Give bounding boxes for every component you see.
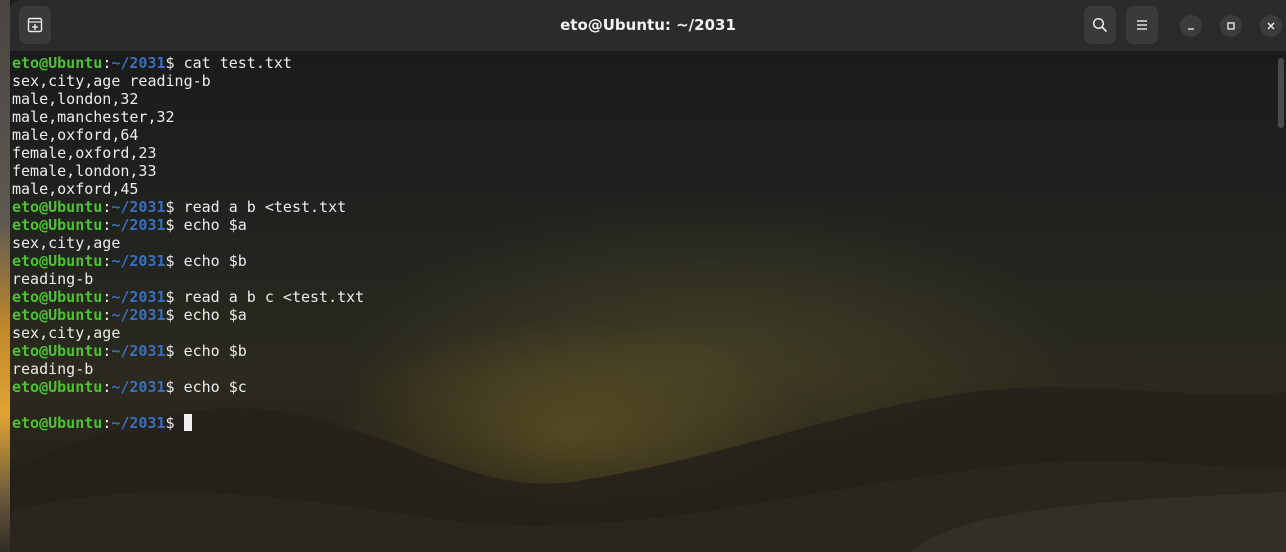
prompt-path: ~/2031	[111, 342, 166, 360]
command-line: eto@Ubuntu:~/2031$ echo $b	[12, 342, 1274, 360]
prompt-colon: :	[102, 414, 112, 432]
output-line: sex,city,age	[12, 324, 121, 342]
prompt-dollar: $	[165, 252, 175, 270]
prompt-colon: :	[102, 288, 112, 306]
output-line: male,oxford,64	[12, 126, 139, 144]
command-line: eto@Ubuntu:~/2031$ cat test.txt	[12, 54, 1274, 72]
output-line: sex,city,age reading-b	[12, 72, 211, 90]
output-line: female,london,33	[12, 162, 157, 180]
command-line: eto@Ubuntu:~/2031$ echo $c	[12, 378, 1274, 396]
prompt-user: eto@Ubuntu	[12, 54, 103, 72]
command-line: eto@Ubuntu:~/2031$ echo $a	[12, 306, 1274, 324]
text-cursor	[183, 414, 192, 431]
prompt-dollar: $	[165, 378, 175, 396]
prompt-user: eto@Ubuntu	[12, 198, 103, 216]
minimize-button[interactable]	[1180, 15, 1202, 37]
prompt-colon: :	[102, 252, 112, 270]
output-line: male,manchester,32	[12, 108, 175, 126]
prompt-path: ~/2031	[111, 54, 166, 72]
prompt-user: eto@Ubuntu	[12, 216, 103, 234]
output-line: sex,city,age	[12, 234, 121, 252]
prompt-colon: :	[102, 378, 112, 396]
prompt-dollar: $	[165, 342, 175, 360]
scrollbar[interactable]	[1278, 58, 1284, 128]
output-line: reading-b	[12, 360, 94, 378]
command-text: read a b c <test.txt	[174, 288, 365, 306]
prompt-path: ~/2031	[111, 198, 166, 216]
prompt-dollar: $	[165, 54, 175, 72]
prompt-user: eto@Ubuntu	[12, 378, 103, 396]
command-text: echo $a	[174, 306, 247, 324]
close-button[interactable]	[1260, 15, 1282, 37]
prompt-path: ~/2031	[111, 216, 166, 234]
prompt-colon: :	[102, 198, 112, 216]
prompt-input[interactable]	[175, 414, 184, 432]
prompt-path: ~/2031	[111, 306, 166, 324]
prompt-dollar: $	[165, 306, 175, 324]
prompt-user: eto@Ubuntu	[12, 288, 103, 306]
minimize-icon	[1188, 28, 1194, 30]
menu-button[interactable]	[1126, 6, 1158, 44]
maximize-icon	[1227, 22, 1235, 30]
command-line: eto@Ubuntu:~/2031$ read a b c <test.txt	[12, 288, 1274, 306]
command-text: echo $c	[174, 378, 247, 396]
prompt-dollar: $	[165, 216, 175, 234]
command-line: eto@Ubuntu:~/2031$ echo $b	[12, 252, 1274, 270]
search-button[interactable]	[1084, 6, 1116, 44]
title-bar[interactable]: eto@Ubuntu: ~/2031	[10, 0, 1286, 52]
output-line: male,oxford,45	[12, 180, 139, 198]
output-line: female,oxford,23	[12, 144, 157, 162]
command-text: echo $a	[174, 216, 247, 234]
output-line: reading-b	[12, 270, 94, 288]
command-text: echo $b	[174, 342, 247, 360]
active-prompt-line: eto@Ubuntu:~/2031$	[12, 414, 1274, 432]
prompt-colon: :	[102, 306, 112, 324]
command-text: read a b <test.txt	[174, 198, 347, 216]
prompt-dollar: $	[165, 414, 175, 432]
command-line: eto@Ubuntu:~/2031$ read a b <test.txt	[12, 198, 1274, 216]
prompt-user: eto@Ubuntu	[12, 342, 103, 360]
prompt-dollar: $	[165, 288, 175, 306]
prompt-path: ~/2031	[111, 252, 166, 270]
prompt-path: ~/2031	[111, 378, 166, 396]
command-text: echo $b	[174, 252, 247, 270]
prompt-dollar: $	[165, 198, 175, 216]
hamburger-menu-icon	[1137, 20, 1147, 30]
prompt-colon: :	[102, 342, 112, 360]
prompt-user: eto@Ubuntu	[12, 414, 103, 432]
prompt-path: ~/2031	[111, 414, 166, 432]
search-icon	[1092, 17, 1108, 33]
terminal-window: eto@Ubuntu: ~/2031 eto@Ubuntu:~/2031$ ca…	[0, 0, 1286, 552]
command-line: eto@Ubuntu:~/2031$ echo $a	[12, 216, 1274, 234]
maximize-button[interactable]	[1220, 15, 1242, 37]
desktop-background-edge	[0, 0, 10, 552]
prompt-user: eto@Ubuntu	[12, 252, 103, 270]
close-icon	[1267, 22, 1275, 30]
prompt-colon: :	[102, 216, 112, 234]
terminal-output: eto@Ubuntu:~/2031$ cat test.txt sex,city,…	[12, 54, 1274, 432]
prompt-path: ~/2031	[111, 288, 166, 306]
command-text: cat test.txt	[174, 54, 292, 72]
prompt-user: eto@Ubuntu	[12, 306, 103, 324]
output-line: male,london,32	[12, 90, 139, 108]
terminal-area[interactable]: eto@Ubuntu:~/2031$ cat test.txt sex,city,…	[10, 52, 1286, 552]
prompt-colon: :	[102, 54, 112, 72]
